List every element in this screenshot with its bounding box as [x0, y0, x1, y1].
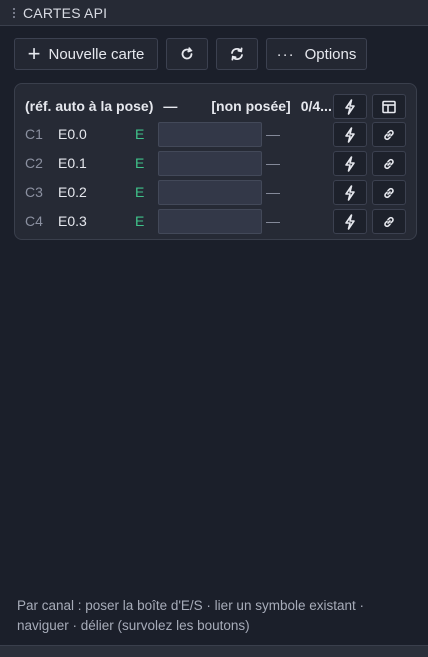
symbol-field[interactable]	[158, 122, 262, 147]
channel-row: C2 E0.1 E —	[25, 151, 406, 176]
drag-grip-icon[interactable]	[12, 6, 16, 19]
lightning-icon	[343, 213, 357, 230]
panel-titlebar: CARTES API	[0, 0, 428, 26]
link-status: —	[266, 213, 280, 229]
place-io-button[interactable]	[333, 122, 367, 147]
channel-label: C3	[25, 184, 43, 200]
lightning-icon	[343, 155, 357, 172]
channel-type: E	[135, 126, 145, 142]
sync-icon	[228, 45, 246, 63]
link-symbol-button[interactable]	[372, 180, 406, 205]
channel-row: C4 E0.3 E —	[25, 209, 406, 234]
channel-address: E0.1	[58, 155, 87, 171]
new-card-button[interactable]: + Nouvelle carte	[14, 38, 158, 70]
channel-address: E0.0	[58, 126, 87, 142]
channel-address: E0.3	[58, 213, 87, 229]
place-io-button[interactable]	[333, 180, 367, 205]
panel-title: CARTES API	[23, 4, 108, 21]
lightning-icon	[343, 184, 357, 201]
new-card-label: Nouvelle carte	[48, 45, 145, 63]
link-symbol-button[interactable]	[372, 122, 406, 147]
symbol-field[interactable]	[158, 209, 262, 234]
card-separator: —	[163, 98, 178, 114]
options-label: Options	[304, 45, 357, 63]
card-status: [non posée]	[211, 98, 291, 114]
channel-label: C4	[25, 213, 43, 229]
card-count: 0/4...	[300, 98, 332, 114]
lightning-icon	[343, 126, 357, 143]
toolbar: + Nouvelle carte ··· Options	[14, 38, 367, 70]
options-button[interactable]: ··· Options	[266, 38, 367, 70]
card-header-text: (réf. auto à la pose) — [non posée] 0/4...	[25, 98, 332, 114]
place-io-button[interactable]	[333, 209, 367, 234]
link-symbol-button[interactable]	[372, 151, 406, 176]
link-icon	[382, 157, 396, 171]
layout-icon	[381, 99, 397, 115]
place-io-button[interactable]	[333, 151, 367, 176]
channel-address: E0.2	[58, 184, 87, 200]
symbol-field[interactable]	[158, 151, 262, 176]
lightning-icon	[343, 98, 357, 115]
horizontal-scrollbar[interactable]	[0, 645, 428, 657]
plus-icon: +	[27, 41, 41, 66]
channel-type: E	[135, 184, 145, 200]
ellipsis-icon: ···	[276, 45, 295, 63]
sync-button[interactable]	[216, 38, 258, 70]
channel-row: C3 E0.2 E —	[25, 180, 406, 205]
refresh-button[interactable]	[166, 38, 208, 70]
link-icon	[382, 215, 396, 229]
link-icon	[382, 128, 396, 142]
card-ref: (réf. auto à la pose)	[25, 98, 154, 114]
channel-label: C1	[25, 126, 43, 142]
channel-row: C1 E0.0 E —	[25, 122, 406, 147]
link-symbol-button[interactable]	[372, 209, 406, 234]
refresh-icon	[178, 45, 196, 63]
link-status: —	[266, 155, 280, 171]
card-header: (réf. auto à la pose) — [non posée] 0/4...	[25, 94, 406, 119]
symbol-field[interactable]	[158, 180, 262, 205]
link-icon	[382, 186, 396, 200]
help-text: Par canal : poser la boîte d'E/S · lier …	[17, 598, 364, 633]
card-place-button[interactable]	[333, 94, 367, 119]
channel-type: E	[135, 213, 145, 229]
api-card: (réf. auto à la pose) — [non posée] 0/4... …	[14, 83, 417, 240]
card-layout-button[interactable]	[372, 94, 406, 119]
link-status: —	[266, 126, 280, 142]
channel-type: E	[135, 155, 145, 171]
channel-label: C2	[25, 155, 43, 171]
link-status: —	[266, 184, 280, 200]
